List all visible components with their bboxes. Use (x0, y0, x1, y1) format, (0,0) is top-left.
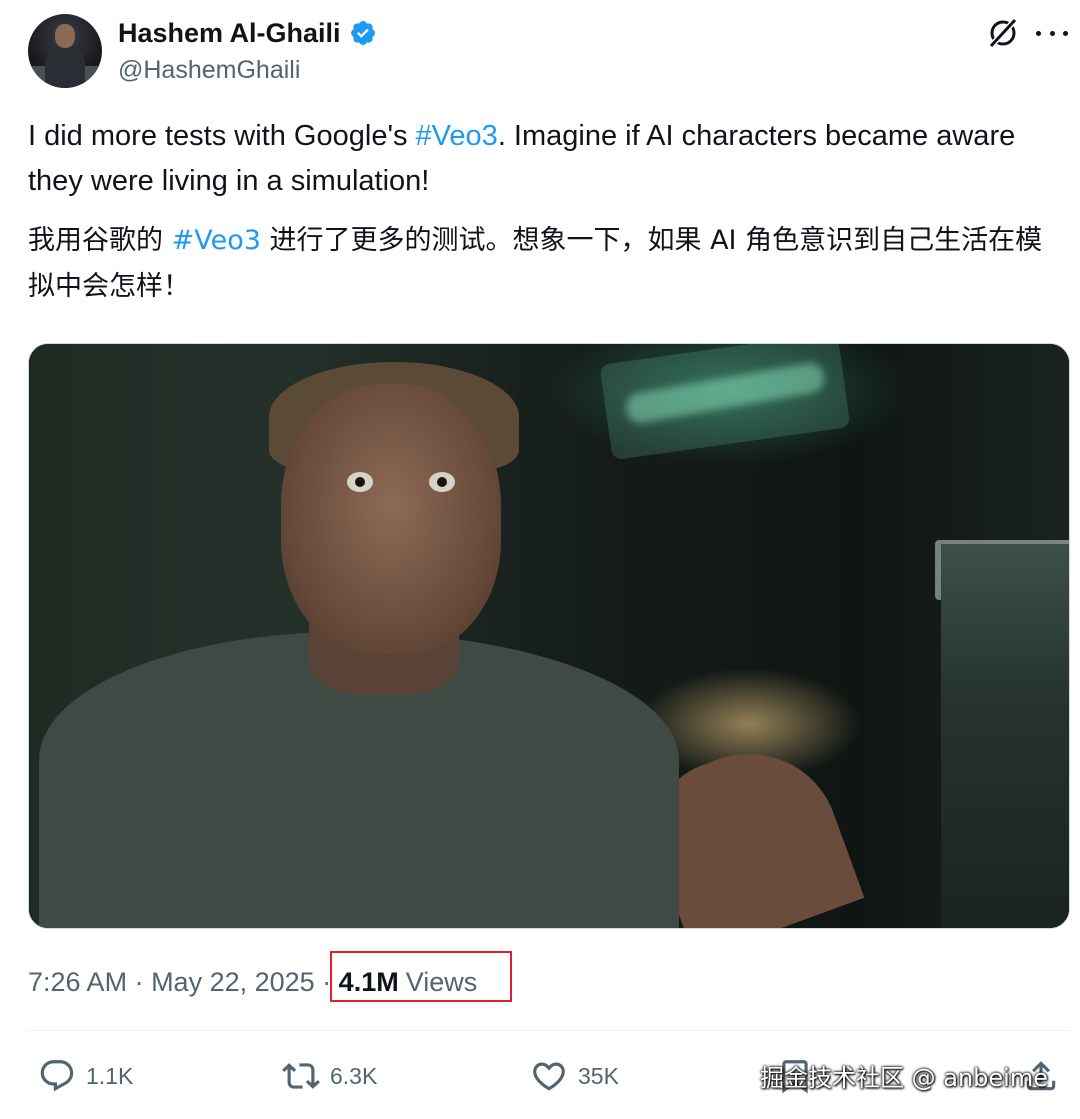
retweet-icon (282, 1063, 320, 1089)
heart-icon (533, 1062, 565, 1091)
more-options-icon[interactable] (1036, 20, 1068, 46)
like-button[interactable]: 35K (530, 1054, 619, 1098)
post-text-english: I did more tests with Google's #Veo3. Im… (28, 114, 1058, 204)
post-text-segment: I did more tests with Google's (28, 120, 416, 152)
reply-count: 1.1K (86, 1062, 134, 1089)
watermark: 掘金技术社区 @ anbeime (760, 1064, 1048, 1092)
post-date[interactable]: May 22, 2025 (151, 967, 315, 998)
tweet-card: Hashem Al-Ghaili @HashemGhaili I did mor… (0, 0, 1080, 1119)
post-time[interactable]: 7:26 AM (28, 967, 127, 998)
views-highlight-box (330, 951, 512, 1002)
hashtag-link[interactable]: #Veo3 (416, 120, 498, 152)
verified-badge-icon (350, 21, 375, 45)
post-text-chinese: 我用谷歌的 #Veo3 进行了更多的测试。想象一下，如果 AI 角色意识到自己生… (28, 218, 1058, 310)
like-count: 35K (578, 1062, 619, 1089)
avatar[interactable] (28, 14, 102, 88)
meta-separator: · (127, 966, 152, 997)
post-text-segment: 我用谷歌的 (28, 225, 172, 256)
video-media[interactable] (28, 343, 1070, 929)
reply-button[interactable]: 1.1K (38, 1054, 133, 1098)
author-name[interactable]: Hashem Al-Ghaili (118, 18, 341, 49)
reply-icon (40, 1060, 74, 1092)
author-handle[interactable]: @HashemGhaili (118, 56, 300, 85)
grok-icon[interactable] (986, 16, 1020, 50)
hashtag-link[interactable]: #Veo3 (172, 225, 261, 256)
retweet-button[interactable]: 6.3K (282, 1054, 377, 1098)
divider (28, 1030, 1070, 1031)
author-name-row: Hashem Al-Ghaili (118, 16, 377, 50)
retweet-count: 6.3K (330, 1062, 378, 1089)
